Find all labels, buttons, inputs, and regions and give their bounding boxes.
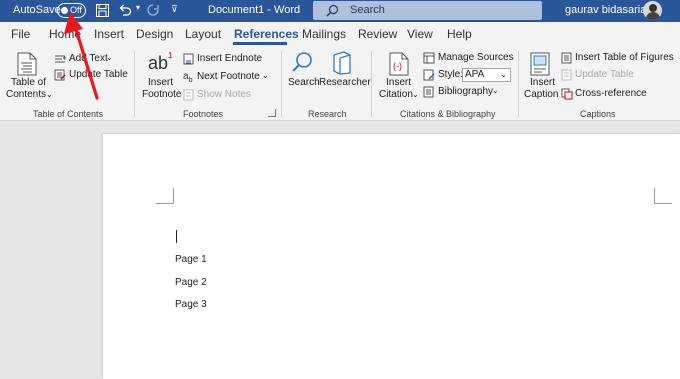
cross-reference-button[interactable]: Cross-reference bbox=[575, 88, 647, 100]
undo-icon[interactable] bbox=[118, 3, 132, 17]
update-table-icon bbox=[54, 69, 66, 81]
insert-caption-icon bbox=[530, 52, 550, 76]
margin-corner-left bbox=[156, 188, 174, 204]
footnote-superscript-icon: 1 bbox=[168, 51, 173, 60]
next-footnote-button[interactable]: Next Footnote bbox=[197, 71, 260, 83]
researcher-icon bbox=[333, 51, 351, 75]
insert-table-of-figures-button[interactable]: Insert Table of Figures bbox=[575, 52, 674, 64]
document-page[interactable]: Page 1 Page 2 Page 3 bbox=[103, 134, 680, 379]
add-text-icon bbox=[55, 55, 66, 63]
toggle-state: Off bbox=[70, 5, 82, 15]
show-notes-icon bbox=[183, 89, 194, 101]
bibliography-icon bbox=[423, 86, 434, 98]
add-text-dropdown-icon[interactable]: ⌄ bbox=[106, 52, 113, 64]
insert-endnote-button[interactable]: Insert Endnote bbox=[197, 53, 262, 65]
citation-style-select[interactable]: APA ⌄ bbox=[462, 68, 511, 82]
update-table-of-figures-button: Update Table bbox=[575, 69, 634, 80]
tab-home[interactable]: Home bbox=[49, 27, 81, 41]
group-label-footnotes: Footnotes bbox=[183, 109, 224, 119]
document-workspace: Page 1 Page 2 Page 3 bbox=[0, 121, 680, 379]
user-name[interactable]: gaurav bidasaria bbox=[565, 4, 646, 16]
text-cursor bbox=[176, 230, 177, 243]
insert-footnote-label-1[interactable]: Insert bbox=[148, 77, 173, 89]
bibliography-button[interactable]: Bibliography bbox=[438, 86, 493, 98]
tab-insert[interactable]: Insert bbox=[94, 27, 124, 41]
insert-caption-label-1[interactable]: Insert bbox=[530, 77, 555, 89]
search-button[interactable]: Search bbox=[288, 77, 320, 89]
next-footnote-dropdown-icon[interactable]: ⌄ bbox=[262, 70, 269, 82]
insert-citation-label-2[interactable]: Citation bbox=[379, 89, 413, 101]
table-of-contents-icon bbox=[17, 52, 37, 76]
style-label: Style: bbox=[438, 69, 464, 80]
search-placeholder: Search bbox=[350, 4, 385, 16]
manage-sources-button[interactable]: Manage Sources bbox=[438, 52, 514, 64]
ribbon: Table of Contents ⌄ Add Text ⌄ Update Ta… bbox=[0, 47, 680, 121]
style-icon bbox=[423, 69, 435, 81]
avatar-head bbox=[649, 4, 657, 12]
autosave-toggle[interactable]: Off bbox=[57, 3, 86, 18]
insert-citation-icon: (-) bbox=[389, 52, 409, 76]
title-bar: AutoSave Off ▾ ⊽ Document1 - Word Search… bbox=[0, 0, 680, 22]
insert-table-of-figures-icon bbox=[561, 52, 572, 64]
document-title: Document1 - Word bbox=[208, 4, 301, 16]
group-label-research: Research bbox=[308, 109, 347, 119]
group-divider bbox=[371, 51, 372, 117]
autosave-label: AutoSave bbox=[13, 4, 61, 16]
citation-style-value: APA bbox=[465, 69, 485, 80]
show-notes-button: Show Notes bbox=[197, 89, 251, 100]
tab-design[interactable]: Design bbox=[136, 27, 173, 41]
avatar[interactable] bbox=[643, 1, 662, 20]
insert-citation-label-1[interactable]: Insert bbox=[386, 77, 411, 89]
toc-label-2[interactable]: Contents bbox=[6, 89, 46, 101]
svg-text:(-): (-) bbox=[393, 61, 402, 71]
bibliography-dropdown-icon[interactable]: ⌄ bbox=[492, 85, 499, 97]
researcher-button[interactable]: Researcher bbox=[319, 77, 371, 89]
add-text-button[interactable]: Add Text bbox=[69, 53, 108, 65]
group-label-captions: Captions bbox=[580, 109, 616, 119]
tab-mailings[interactable]: Mailings bbox=[302, 27, 346, 41]
cross-reference-icon bbox=[561, 88, 573, 100]
tab-review[interactable]: Review bbox=[358, 27, 397, 41]
paragraph[interactable]: Page 1 bbox=[175, 254, 207, 265]
search-icon bbox=[326, 4, 339, 17]
group-label-table-of-contents: Table of Contents bbox=[33, 109, 104, 119]
save-icon[interactable] bbox=[96, 4, 109, 17]
group-divider bbox=[518, 51, 519, 117]
update-table-button[interactable]: Update Table bbox=[69, 69, 128, 81]
group-label-citations: Citations & Bibliography bbox=[400, 109, 496, 119]
search-box[interactable]: Search bbox=[313, 1, 542, 20]
chevron-down-icon: ⌄ bbox=[500, 70, 507, 79]
tab-view[interactable]: View bbox=[407, 27, 433, 41]
margin-corner-right bbox=[654, 188, 672, 204]
insert-endnote-icon bbox=[183, 53, 194, 65]
footnotes-dialog-launcher-icon[interactable] bbox=[268, 109, 276, 117]
undo-dropdown-icon[interactable]: ▾ bbox=[136, 3, 140, 12]
tab-references[interactable]: References bbox=[234, 27, 299, 41]
insert-citation-dropdown-icon[interactable]: ⌄ bbox=[412, 89, 419, 101]
tab-file[interactable]: File bbox=[11, 27, 30, 41]
group-divider bbox=[134, 51, 135, 117]
insert-footnote-icon: ab bbox=[148, 53, 169, 73]
toggle-knob bbox=[61, 7, 68, 14]
toc-label-1[interactable]: Table of bbox=[11, 77, 46, 89]
update-table-icon bbox=[561, 69, 572, 81]
insert-caption-label-2[interactable]: Caption bbox=[524, 89, 558, 101]
toc-dropdown-icon[interactable]: ⌄ bbox=[46, 89, 53, 101]
group-divider bbox=[281, 51, 282, 117]
insert-footnote-label-2[interactable]: Footnote bbox=[142, 89, 181, 101]
manage-sources-icon bbox=[423, 52, 435, 64]
search-icon bbox=[292, 52, 312, 72]
paragraph[interactable]: Page 2 bbox=[175, 277, 207, 288]
paragraph[interactable]: Page 3 bbox=[175, 299, 207, 310]
ribbon-tabs: File Home Insert Design Layout Reference… bbox=[0, 22, 680, 47]
active-tab-indicator bbox=[233, 42, 287, 45]
tab-help[interactable]: Help bbox=[447, 27, 472, 41]
customize-toolbar-icon[interactable]: ⊽ bbox=[171, 4, 178, 15]
tab-layout[interactable]: Layout bbox=[185, 27, 221, 41]
next-footnote-icon: ab bbox=[183, 71, 193, 84]
avatar-body bbox=[646, 12, 660, 20]
redo-icon[interactable] bbox=[146, 3, 160, 17]
